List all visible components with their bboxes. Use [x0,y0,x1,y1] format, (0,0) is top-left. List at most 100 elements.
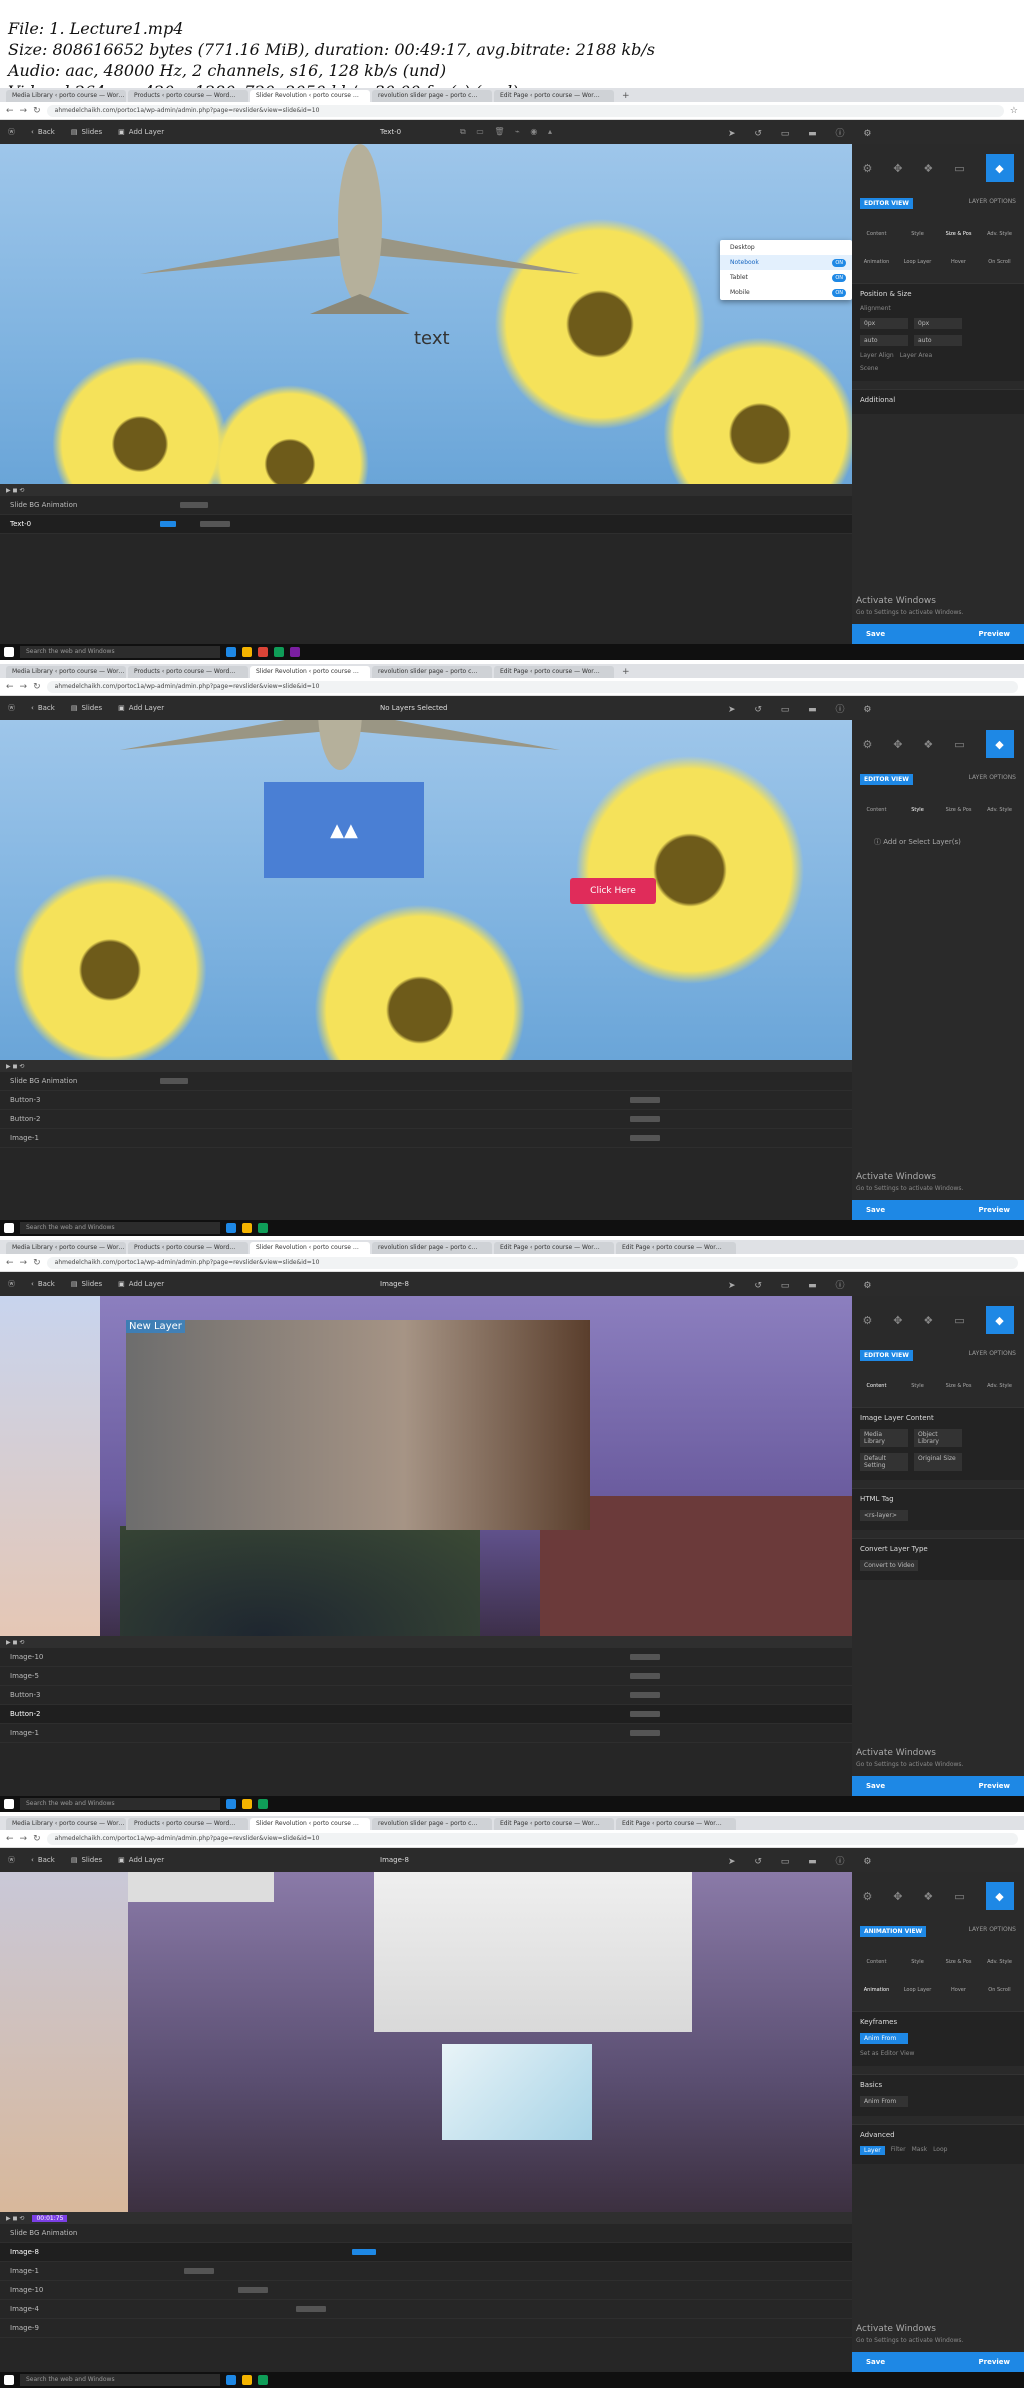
taskbar-search[interactable]: Search the web and Windows [20,646,220,658]
cat-style[interactable]: Style [899,795,936,819]
slides-button[interactable]: ▤ Slides [63,704,110,712]
forward-arrow-icon[interactable]: → [20,1834,28,1844]
browser-tab[interactable]: revolution slider page – porto c… [372,1242,492,1254]
timeline-bar[interactable] [352,2249,376,2255]
layer-icon[interactable]: ◆ [985,1882,1014,1910]
forward-arrow-icon[interactable]: → [20,106,28,116]
slide-canvas[interactable]: ▲▲ Click Here [0,720,852,1060]
timeline-controls[interactable]: ▶ ◼ ⟲ [0,484,852,496]
add-layer-button[interactable]: ▣ Add Layer [110,1280,172,1288]
gear-icon[interactable]: ⚙ [862,1890,872,1903]
timeline-bar[interactable] [630,1654,660,1660]
timeline-row[interactable]: Image-1 [0,1724,852,1743]
chrome-icon[interactable] [274,647,284,657]
woman-photo-layer[interactable] [126,1320,590,1530]
folder-icon[interactable] [242,1799,252,1809]
preview-button[interactable]: Preview [978,2358,1010,2366]
device-toggle[interactable]: ON [832,273,846,282]
back-button[interactable]: ‹ Back [23,704,63,712]
save-button[interactable]: Save [866,2358,885,2366]
timeline-row[interactable]: Image-10 [0,1648,852,1667]
editor-view-button[interactable]: EDITOR VIEW [860,774,913,785]
layer-area-option[interactable]: Layer Area [900,352,932,359]
timeline-row[interactable]: Button-2 [0,1110,852,1129]
save-button[interactable]: Save [866,630,885,638]
browser-tab[interactable]: Edit Page ‹ porto course — Wor… [494,1818,614,1830]
layer-icon[interactable]: ◆ [985,730,1014,758]
lazy-loading-select[interactable]: Default Setting [860,1453,908,1471]
cat-content[interactable]: Content [858,1371,895,1395]
wp-logo-icon[interactable]: ⓦ [0,703,23,713]
cat-style[interactable]: Style [899,219,936,243]
new-tab-icon[interactable]: + [616,90,636,102]
gear-icon[interactable]: ⚙ [862,738,872,751]
preview-button[interactable]: Preview [978,630,1010,638]
layer-tools-icons[interactable]: ⧉ ▭ 🗑 ⌁ ◉ ▴ [460,127,556,137]
windows-start-icon[interactable] [4,1223,14,1233]
layers-icon[interactable]: ❖ [923,1314,933,1327]
cat-scroll[interactable]: On Scroll [981,247,1018,271]
browser-tab-active[interactable]: Slider Revolution ‹ porto course … [250,666,370,678]
browser-tab-active[interactable]: Slider Revolution ‹ porto course … [250,90,370,102]
browser-tab[interactable]: Media Library ‹ porto course — Wor… [6,666,126,678]
partial-image-layer[interactable] [128,1872,274,1902]
anim-from-button[interactable]: Anim From [860,2033,908,2044]
save-button[interactable]: Save [866,1206,885,1214]
add-layer-button[interactable]: ▣ Add Layer [110,704,172,712]
windows-start-icon[interactable] [4,647,14,657]
image-placeholder-layer[interactable]: ▲▲ [264,782,424,878]
page-icon[interactable]: ▭ [954,1890,964,1903]
editor-view-button[interactable]: EDITOR VIEW [860,198,913,209]
timeline-controls[interactable]: ▶ ◼ ⟲ 00:01:75 [0,2212,852,2224]
browser-tab[interactable]: Products ‹ porto course — Word… [128,1242,248,1254]
url-input[interactable]: ahmedelchaikh.com/portoc1a/wp-admin/admi… [46,680,1018,693]
cat-hover[interactable]: Hover [940,1975,977,1999]
timeline-bar[interactable] [630,1135,660,1141]
source-type-select[interactable]: Original Size [914,1453,962,1471]
tab-loop[interactable]: Loop [933,2146,947,2155]
slide-canvas[interactable] [0,1872,852,2212]
view-tools-icons[interactable]: ➤ ↺ ▭ ▬ ⓘ ⚙ [728,126,879,139]
edge-icon[interactable] [226,1799,236,1809]
windows-start-icon[interactable] [4,2375,14,2385]
slides-button[interactable]: ▤ Slides [63,1856,110,1864]
folder-icon[interactable] [242,647,252,657]
edge-icon[interactable] [226,647,236,657]
timeline-row[interactable]: Slide BG Animation [0,1072,852,1091]
browser-tab[interactable]: revolution slider page – porto c… [372,90,492,102]
tab-mask[interactable]: Mask [912,2146,927,2155]
browser-tab[interactable]: Edit Page ‹ porto course — Wor… [494,90,614,102]
cat-animation[interactable]: Animation [858,247,895,271]
app-icon[interactable] [258,647,268,657]
view-tools-icons[interactable]: ➤ ↺ ▭ ▬ ⓘ ⚙ [728,1278,879,1291]
cat-size-pos[interactable]: Size & Pos [940,795,977,819]
cat-size-pos[interactable]: Size & Pos [940,219,977,243]
device-toggle[interactable]: ON [832,258,846,267]
folder-icon[interactable] [242,1223,252,1233]
tab-filter[interactable]: Filter [891,2146,906,2155]
tag-select[interactable]: <rs-layer> [860,1510,908,1521]
slide-canvas[interactable]: New Layer [0,1296,852,1636]
illustration-image-layer[interactable] [442,2044,592,2140]
wp-logo-icon[interactable]: ⓦ [0,1279,23,1289]
browser-tab[interactable]: Edit Page ‹ porto course — Wor… [616,1242,736,1254]
forward-arrow-icon[interactable]: → [20,1258,28,1268]
slide-canvas[interactable]: text Desktop Notebook ON Tablet ON Mobile O… [0,144,852,484]
browser-tab[interactable]: Products ‹ porto course — Word… [128,1818,248,1830]
move-icon[interactable]: ✥ [893,162,902,175]
set-editor-view-button[interactable]: Set as Editor View [860,2050,914,2057]
text-layer[interactable]: text [414,328,450,349]
move-icon[interactable]: ✥ [893,1314,902,1327]
page-icon[interactable]: ▭ [954,738,964,751]
url-input[interactable]: ahmedelchaikh.com/portoc1a/wp-admin/admi… [46,1256,1018,1269]
playhead-time[interactable]: 00:01:75 [32,2214,68,2222]
timeline-bar[interactable] [630,1711,660,1717]
move-icon[interactable]: ✥ [893,1890,902,1903]
timeline-row[interactable]: Slide BG Animation [0,496,852,515]
timeline-bar[interactable] [160,521,176,527]
browser-tab[interactable]: revolution slider page – porto c… [372,666,492,678]
browser-tab-active[interactable]: Slider Revolution ‹ porto course … [250,1818,370,1830]
edge-icon[interactable] [226,1223,236,1233]
cat-scroll[interactable]: On Scroll [981,1975,1018,1999]
back-arrow-icon[interactable]: ← [6,1834,14,1844]
